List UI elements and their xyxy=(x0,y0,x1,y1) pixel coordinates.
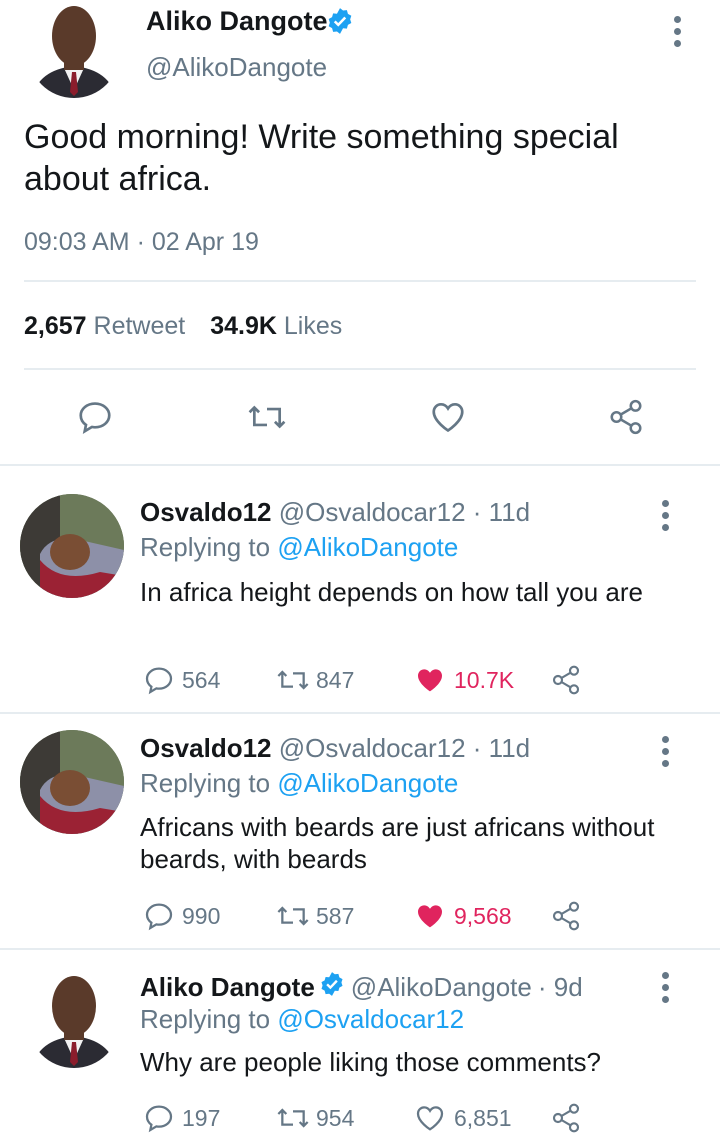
retweet-icon[interactable] xyxy=(246,398,288,436)
share-icon xyxy=(552,1103,580,1133)
replying-prefix: Replying to xyxy=(140,1004,271,1034)
retweet-count[interactable]: 2,657 xyxy=(24,312,87,340)
reply-text: In africa height depends on how tall you… xyxy=(140,577,644,607)
retweet-count: 587 xyxy=(316,902,355,929)
share-button[interactable] xyxy=(550,664,582,696)
retweet-label[interactable]: Retweet xyxy=(94,312,186,340)
reply-age: · 11d xyxy=(472,497,531,527)
engagement-stats: 2,657 Retweet 34.9K Likes xyxy=(24,312,342,341)
reply-name-line: Aliko Dangote @AlikoDangote · 9d xyxy=(140,971,583,1004)
reply-count: 564 xyxy=(182,666,221,693)
reply-text: Africans with beards are just africans w… xyxy=(140,812,655,874)
reply-name-line: Osvaldo12 @Osvaldocar12 · 11d xyxy=(140,497,530,528)
reply-button[interactable]: 197 xyxy=(142,1102,220,1134)
reply-button[interactable]: 990 xyxy=(142,900,220,932)
tweet-timestamp: 09:03 AM · 02 Apr 19 xyxy=(24,228,259,256)
reply-icon[interactable] xyxy=(76,398,114,436)
reply-icon xyxy=(145,667,173,695)
reply-icon xyxy=(145,1105,173,1133)
reply-name-line: Osvaldo12 @Osvaldocar12 · 11d xyxy=(140,733,530,764)
reply-age: · 11d xyxy=(472,733,531,763)
divider xyxy=(24,280,696,282)
replying-prefix: Replying to xyxy=(140,532,271,562)
share-icon xyxy=(552,665,580,695)
tweet-text: Good morning! Write something special ab… xyxy=(24,118,619,198)
retweet-button[interactable]: 587 xyxy=(274,900,354,932)
retweet-count: 847 xyxy=(316,666,355,693)
verified-badge-icon xyxy=(326,7,354,35)
divider xyxy=(24,368,696,370)
share-button[interactable] xyxy=(550,900,582,932)
share-icon[interactable] xyxy=(606,398,646,436)
reply-text: Why are people liking those comments? xyxy=(140,1047,602,1077)
like-icon xyxy=(418,669,442,692)
more-options-icon[interactable] xyxy=(674,16,682,52)
section-divider xyxy=(0,464,720,466)
like-count: 9,568 xyxy=(454,902,512,929)
reply-age: · 9d xyxy=(537,972,583,1002)
like-icon xyxy=(418,905,442,928)
reply-avatar[interactable] xyxy=(20,494,124,598)
reply-author-name[interactable]: Osvaldo12 xyxy=(140,733,272,763)
replying-prefix: Replying to xyxy=(140,768,271,798)
retweet-button[interactable]: 954 xyxy=(274,1102,354,1134)
more-options-icon[interactable] xyxy=(662,972,670,1008)
share-icon xyxy=(552,901,580,931)
reply-avatar[interactable] xyxy=(20,730,124,834)
reply-avatar[interactable] xyxy=(28,968,120,1068)
author-handle[interactable]: @AlikoDangote xyxy=(146,52,327,83)
reply-author-name[interactable]: Osvaldo12 xyxy=(140,497,272,527)
reply-author-handle[interactable]: @Osvaldocar12 xyxy=(279,497,466,527)
replying-to: Replying to @AlikoDangote xyxy=(140,532,458,563)
reply-divider xyxy=(0,948,720,950)
like-button[interactable]: 6,851 xyxy=(412,1102,512,1134)
more-options-icon[interactable] xyxy=(662,500,670,536)
reply-button[interactable]: 564 xyxy=(142,664,220,696)
author-avatar[interactable] xyxy=(28,0,120,98)
like-icon[interactable] xyxy=(428,398,468,436)
reply-author-handle[interactable]: @Osvaldocar12 xyxy=(279,733,466,763)
reply-author-name[interactable]: Aliko Dangote xyxy=(140,972,315,1003)
verified-badge-icon xyxy=(319,971,345,1004)
reply-author-handle[interactable]: @AlikoDangote xyxy=(351,972,532,1003)
like-count: 6,851 xyxy=(454,1104,512,1131)
reply-divider xyxy=(0,712,720,714)
reply-icon xyxy=(145,903,173,931)
reply-count: 197 xyxy=(182,1104,221,1131)
more-options-icon[interactable] xyxy=(662,736,670,772)
like-count[interactable]: 34.9K xyxy=(210,312,277,340)
like-button[interactable]: 10.7K xyxy=(412,664,514,696)
retweet-icon xyxy=(277,906,309,926)
retweet-icon xyxy=(277,670,309,690)
like-button[interactable]: 9,568 xyxy=(412,900,512,932)
replying-to-link[interactable]: @AlikoDangote xyxy=(277,768,458,798)
retweet-count: 954 xyxy=(316,1104,355,1131)
retweet-button[interactable]: 847 xyxy=(274,664,354,696)
like-count: 10.7K xyxy=(454,666,515,693)
like-label[interactable]: Likes xyxy=(284,312,342,340)
replying-to-link[interactable]: @AlikoDangote xyxy=(277,532,458,562)
reply-count: 990 xyxy=(182,902,221,929)
like-icon xyxy=(416,1106,444,1131)
replying-to: Replying to @AlikoDangote xyxy=(140,768,458,799)
share-button[interactable] xyxy=(550,1102,582,1134)
retweet-icon xyxy=(277,1108,309,1128)
replying-to-link[interactable]: @Osvaldocar12 xyxy=(277,1004,464,1034)
replying-to: Replying to @Osvaldocar12 xyxy=(140,1004,464,1035)
author-name[interactable]: Aliko Dangote xyxy=(146,6,328,37)
